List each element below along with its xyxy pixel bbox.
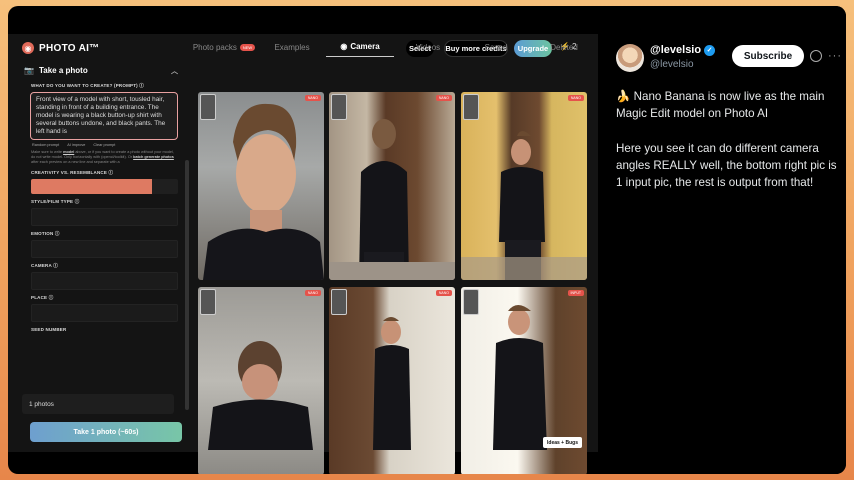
tab-camera[interactable]: ◉ Camera [326,37,394,57]
emotion-select[interactable] [31,240,178,258]
tab-deleted[interactable]: Deleted [530,37,598,57]
clear-prompt-button[interactable]: Clear prompt [93,143,115,147]
tab-deleted-label: Deleted [550,42,578,52]
input-thumbnail [463,289,479,315]
take-photo-sidebar: 📷 Take a photo ︿ WHAT DO YOU WANT TO CRE… [16,62,189,446]
more-options-icon[interactable]: ··· [828,50,842,62]
new-badge: NEW [239,43,256,51]
camera-logo-icon: ◉ [22,42,34,54]
tweet-paragraph: Here you see it can do different camera … [616,141,837,190]
camera-icon: 📷 [24,65,34,75]
tweet-panel: @levelsio ✓ @levelsio Subscribe ··· 🍌 Na… [606,6,846,474]
tab-photo-packs[interactable]: Photo packs NEW [190,37,258,57]
creativity-slider[interactable] [31,179,178,194]
input-thumbnail [331,94,347,120]
author-handle[interactable]: @levelsio [650,59,694,70]
gallery-tabs: Photo packs NEW Examples ◉ Camera Videos… [190,37,598,57]
model-portrait-image [203,103,324,280]
camera-select[interactable] [31,272,178,290]
tab-saved[interactable]: Saved [462,37,530,57]
author-name-text: @levelsio [650,44,702,56]
photo-card[interactable]: NANO [329,92,455,280]
random-prompt-button[interactable]: Random prompt [32,143,59,147]
subscribe-button[interactable]: Subscribe [732,45,804,67]
photo-flag-badge: NANO [435,290,452,296]
tab-videos[interactable]: Videos [394,37,462,57]
photo-card[interactable]: NANO [329,287,455,474]
photos-count-select[interactable]: 1 photos [22,394,174,414]
place-select[interactable] [31,304,178,322]
tab-saved-label: Saved [484,42,508,52]
emotion-label: EMOTION ⓘ [31,231,60,236]
grok-icon[interactable] [810,50,822,62]
seed-label: SEED NUMBER [31,327,67,332]
model-input-photo-image [493,305,547,450]
photo-flag-badge: NANO [435,95,452,101]
style-label: STYLE/FILM TYPE ⓘ [31,199,80,204]
author-name[interactable]: @levelsio ✓ [650,44,716,56]
video-frame: ◉ PHOTO AI™ Select Buy more credits Upgr… [8,6,846,474]
input-thumbnail [331,289,347,315]
model-front-view-image [461,131,587,280]
take-photo-button[interactable]: Take 1 photo (~60s) [30,422,182,442]
tab-videos-label: Videos [415,42,441,52]
avatar[interactable] [616,44,644,72]
photo-flag-badge: NANO [304,290,321,296]
place-label: PLACE ⓘ [31,295,54,300]
photo-card[interactable]: NANO [198,92,324,280]
input-thumbnail [200,94,216,120]
style-select[interactable] [31,208,178,226]
model-top-view-image [208,341,313,450]
model-back-view-image [329,119,455,280]
ai-improve-button[interactable]: AI improve [67,143,85,147]
ideas-bugs-button[interactable]: Ideas + Bugs [543,437,582,448]
prompt-label: WHAT DO YOU WANT TO CREATE? (PROMPT) ⓘ [31,83,145,88]
camera-label: CAMERA ⓘ [31,263,58,268]
photo-card[interactable]: NANO [461,92,587,280]
tab-examples-label: Examples [274,42,310,52]
app-logo[interactable]: ◉ PHOTO AI™ [22,42,99,54]
photo-flag-badge: NANO [567,95,584,101]
verified-badge-icon: ✓ [704,44,716,56]
tweet-body: 🍌 Nano Banana is now live as the main Ma… [616,88,842,208]
record-icon: ◉ [340,42,348,51]
creativity-slider-fill [31,179,152,194]
photo-card[interactable]: NANO [198,287,324,474]
tab-camera-label: Camera [350,42,380,51]
input-thumbnail [200,289,216,315]
take-photo-title: Take a photo [38,65,88,75]
tab-examples[interactable]: Examples [258,37,326,57]
input-thumbnail [463,94,479,120]
photo-flag-badge: INPUT [567,290,584,296]
photo-flag-badge: NANO [304,95,321,101]
logo-text: PHOTO AI™ [39,42,100,54]
chevron-up-icon[interactable]: ︿ [171,66,178,76]
prompt-helper-text: Make sure to write model above, or if yo… [31,150,174,164]
tweet-paragraph: 🍌 Nano Banana is now live as the main Ma… [616,90,825,121]
prompt-textarea[interactable]: Front view of a model with short, tousle… [30,92,178,140]
model-side-view-image [373,317,411,450]
photo-grid: NANO NANO NANO NANO NANO INPUT [198,92,598,474]
creativity-label: CREATIVITY VS. RESEMBLANCE ⓘ [31,170,114,175]
take-photo-header[interactable]: 📷 Take a photo ︿ [16,62,186,78]
sidebar-scrollbar[interactable] [185,160,189,410]
tab-photo-packs-label: Photo packs [192,42,237,52]
